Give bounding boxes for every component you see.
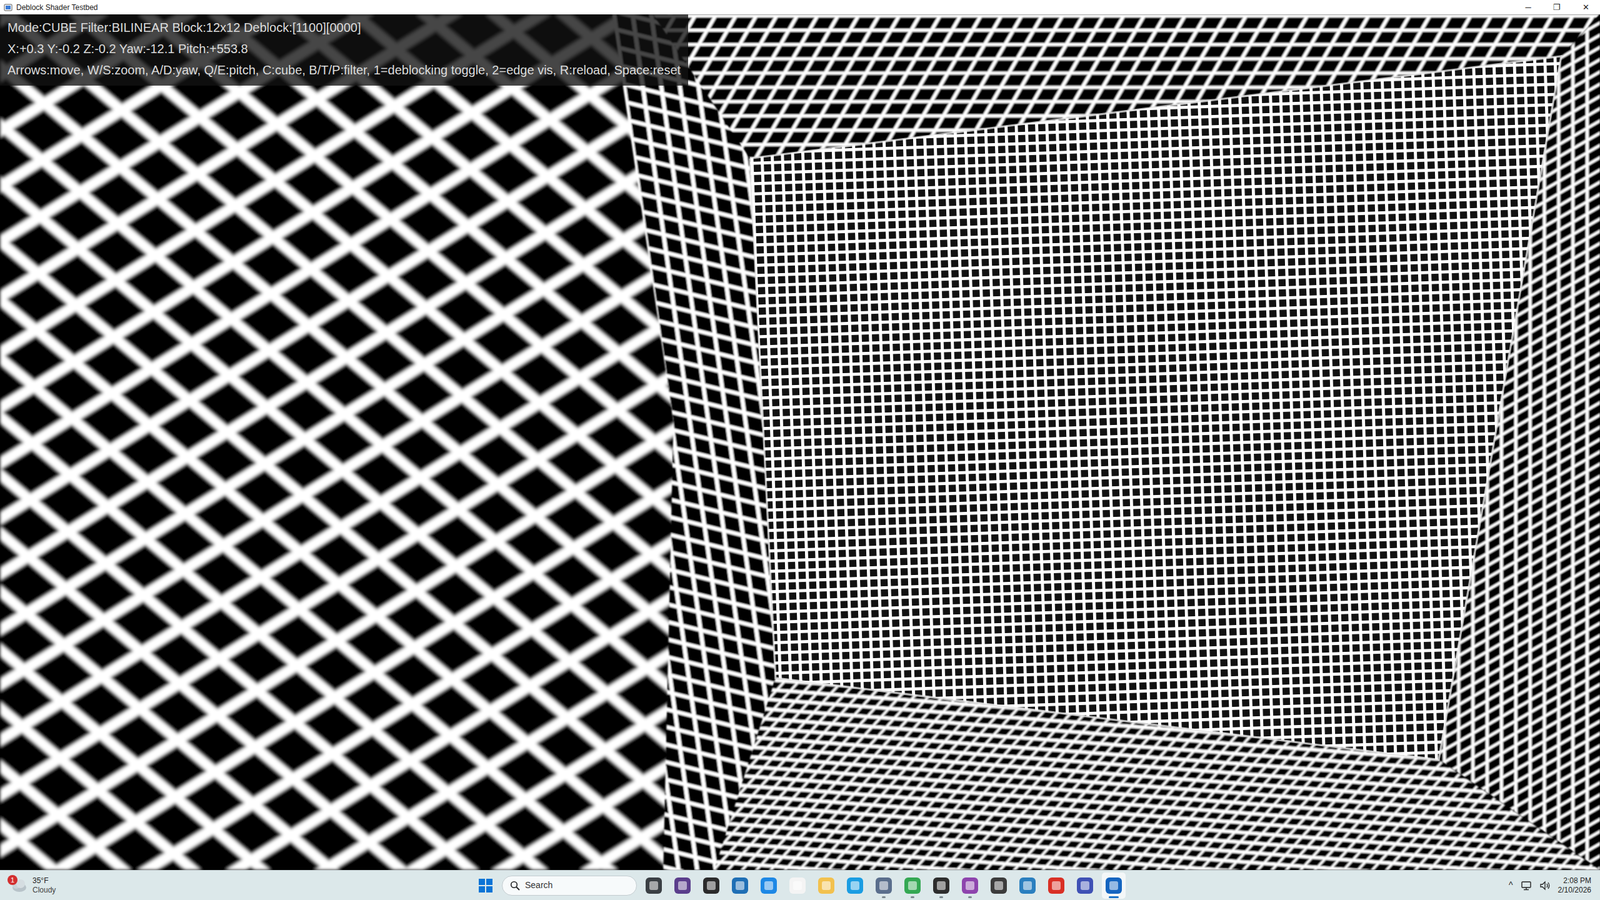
app-glyph-icon — [1080, 881, 1090, 890]
volume-button[interactable] — [1539, 880, 1551, 892]
app-glyph-icon — [994, 881, 1004, 890]
network-icon — [1520, 880, 1532, 892]
app-glyph-icon — [793, 881, 802, 890]
start-button[interactable] — [474, 878, 497, 894]
app-window: Deblock Shader Testbed ─❐✕ Mode:CUBE Filte… — [0, 0, 1600, 900]
taskbar-apps — [474, 872, 1126, 899]
app-icon — [674, 877, 691, 894]
running-indicator — [939, 896, 944, 899]
clock[interactable]: 2:08 PM2/10/2026 — [1558, 876, 1592, 895]
speaker-icon — [1539, 880, 1551, 892]
title-bar: Deblock Shader Testbed ─❐✕ — [0, 0, 1600, 15]
app-icon — [904, 877, 921, 894]
windows-logo-icon — [478, 878, 494, 894]
app-icon — [990, 877, 1007, 894]
app-glyph-icon — [908, 881, 917, 890]
network-button[interactable] — [1520, 880, 1532, 892]
app-glyph-icon — [649, 881, 659, 890]
app-glyph-icon — [735, 881, 745, 890]
taskbar-app[interactable] — [843, 872, 867, 899]
app-glyph-icon — [764, 881, 774, 890]
hud-line: X:+0.3 Y:-0.2 Z:-0.2 Yaw:-12.1 Pitch:+55… — [7, 38, 681, 60]
app-glyph-icon — [1023, 881, 1032, 890]
app-glyph-icon — [879, 881, 889, 890]
restore-button[interactable]: ❐ — [1542, 0, 1572, 15]
taskbar-app[interactable] — [641, 872, 666, 899]
taskbar: 1 35°FCloudy ^ 2:08 PM2/10/2026 — [0, 870, 1600, 900]
search-box[interactable] — [501, 875, 637, 896]
taskbar-app[interactable] — [1044, 872, 1069, 899]
app-icon — [731, 877, 749, 894]
taskbar-app[interactable] — [929, 872, 954, 899]
taskbar-app[interactable] — [986, 872, 1011, 899]
app-icon — [846, 877, 864, 894]
weather-widget[interactable]: 1 35°FCloudy — [0, 876, 475, 895]
render-viewport[interactable]: Mode:CUBE Filter:BILINEAR Block:12x12 De… — [0, 14, 1600, 870]
taskbar-app[interactable] — [1073, 872, 1097, 899]
taskbar-app[interactable] — [670, 872, 695, 899]
app-icon — [760, 877, 777, 894]
weather-icon-holder: 1 — [8, 877, 28, 894]
taskbar-app[interactable] — [756, 872, 781, 899]
clock-date: 2/10/2026 — [1558, 885, 1592, 895]
app-icon — [703, 877, 720, 894]
close-button[interactable]: ✕ — [1571, 0, 1600, 15]
app-icon — [1048, 877, 1065, 894]
taskbar-app[interactable] — [1015, 872, 1040, 899]
taskbar-app[interactable] — [785, 872, 810, 899]
running-indicator — [910, 896, 915, 899]
hud-line: Arrows:move, W/S:zoom, A/D:yaw, Q/E:pitc… — [7, 59, 681, 81]
running-indicator — [968, 896, 972, 899]
app-icon — [1076, 877, 1094, 894]
search-icon — [510, 880, 520, 891]
app-glyph-icon — [936, 881, 946, 890]
clock-time: 2:08 PM — [1563, 876, 1592, 886]
app-icon — [3, 3, 13, 12]
taskbar-app[interactable] — [699, 872, 724, 899]
cube-scene — [0, 14, 1600, 870]
running-indicator — [881, 896, 886, 899]
app-icon — [789, 877, 806, 894]
app-glyph-icon — [678, 881, 687, 890]
app-icon — [818, 877, 835, 894]
app-glyph-icon — [850, 881, 860, 890]
app-glyph-icon — [821, 881, 831, 890]
hud-line: Mode:CUBE Filter:BILINEAR Block:12x12 De… — [7, 16, 681, 39]
app-glyph-icon — [1109, 881, 1119, 890]
search-input[interactable] — [525, 878, 629, 892]
weather-texts: 35°FCloudy — [32, 876, 56, 895]
taskbar-app[interactable] — [814, 872, 839, 899]
temperature: 35°F — [32, 876, 56, 886]
app-glyph-icon — [1051, 881, 1061, 890]
taskbar-app[interactable] — [900, 872, 925, 899]
app-icon — [875, 877, 892, 894]
app-glyph-icon — [706, 881, 716, 890]
taskbar-app[interactable] — [871, 872, 896, 899]
hud-overlay: Mode:CUBE Filter:BILINEAR Block:12x12 De… — [0, 14, 689, 86]
app-icon — [1019, 877, 1036, 894]
window-title: Deblock Shader Testbed — [16, 1, 99, 14]
taskbar-app[interactable] — [728, 872, 752, 899]
weather-condition: Cloudy — [32, 885, 56, 895]
window-controls: ─❐✕ — [1513, 0, 1600, 15]
app-icon — [645, 877, 662, 894]
tray-overflow-button[interactable]: ^ — [1508, 878, 1514, 892]
app-icon — [1105, 877, 1122, 894]
minimize-button[interactable]: ─ — [1513, 0, 1543, 15]
taskbar-app[interactable] — [958, 872, 982, 899]
app-icon — [961, 877, 979, 894]
taskbar-app[interactable] — [1101, 872, 1126, 899]
app-icon — [933, 877, 950, 894]
app-glyph-icon — [965, 881, 975, 890]
notification-badge: 1 — [7, 875, 18, 885]
system-tray: ^ 2:08 PM2/10/2026 — [1125, 876, 1600, 895]
running-indicator — [1108, 896, 1119, 899]
